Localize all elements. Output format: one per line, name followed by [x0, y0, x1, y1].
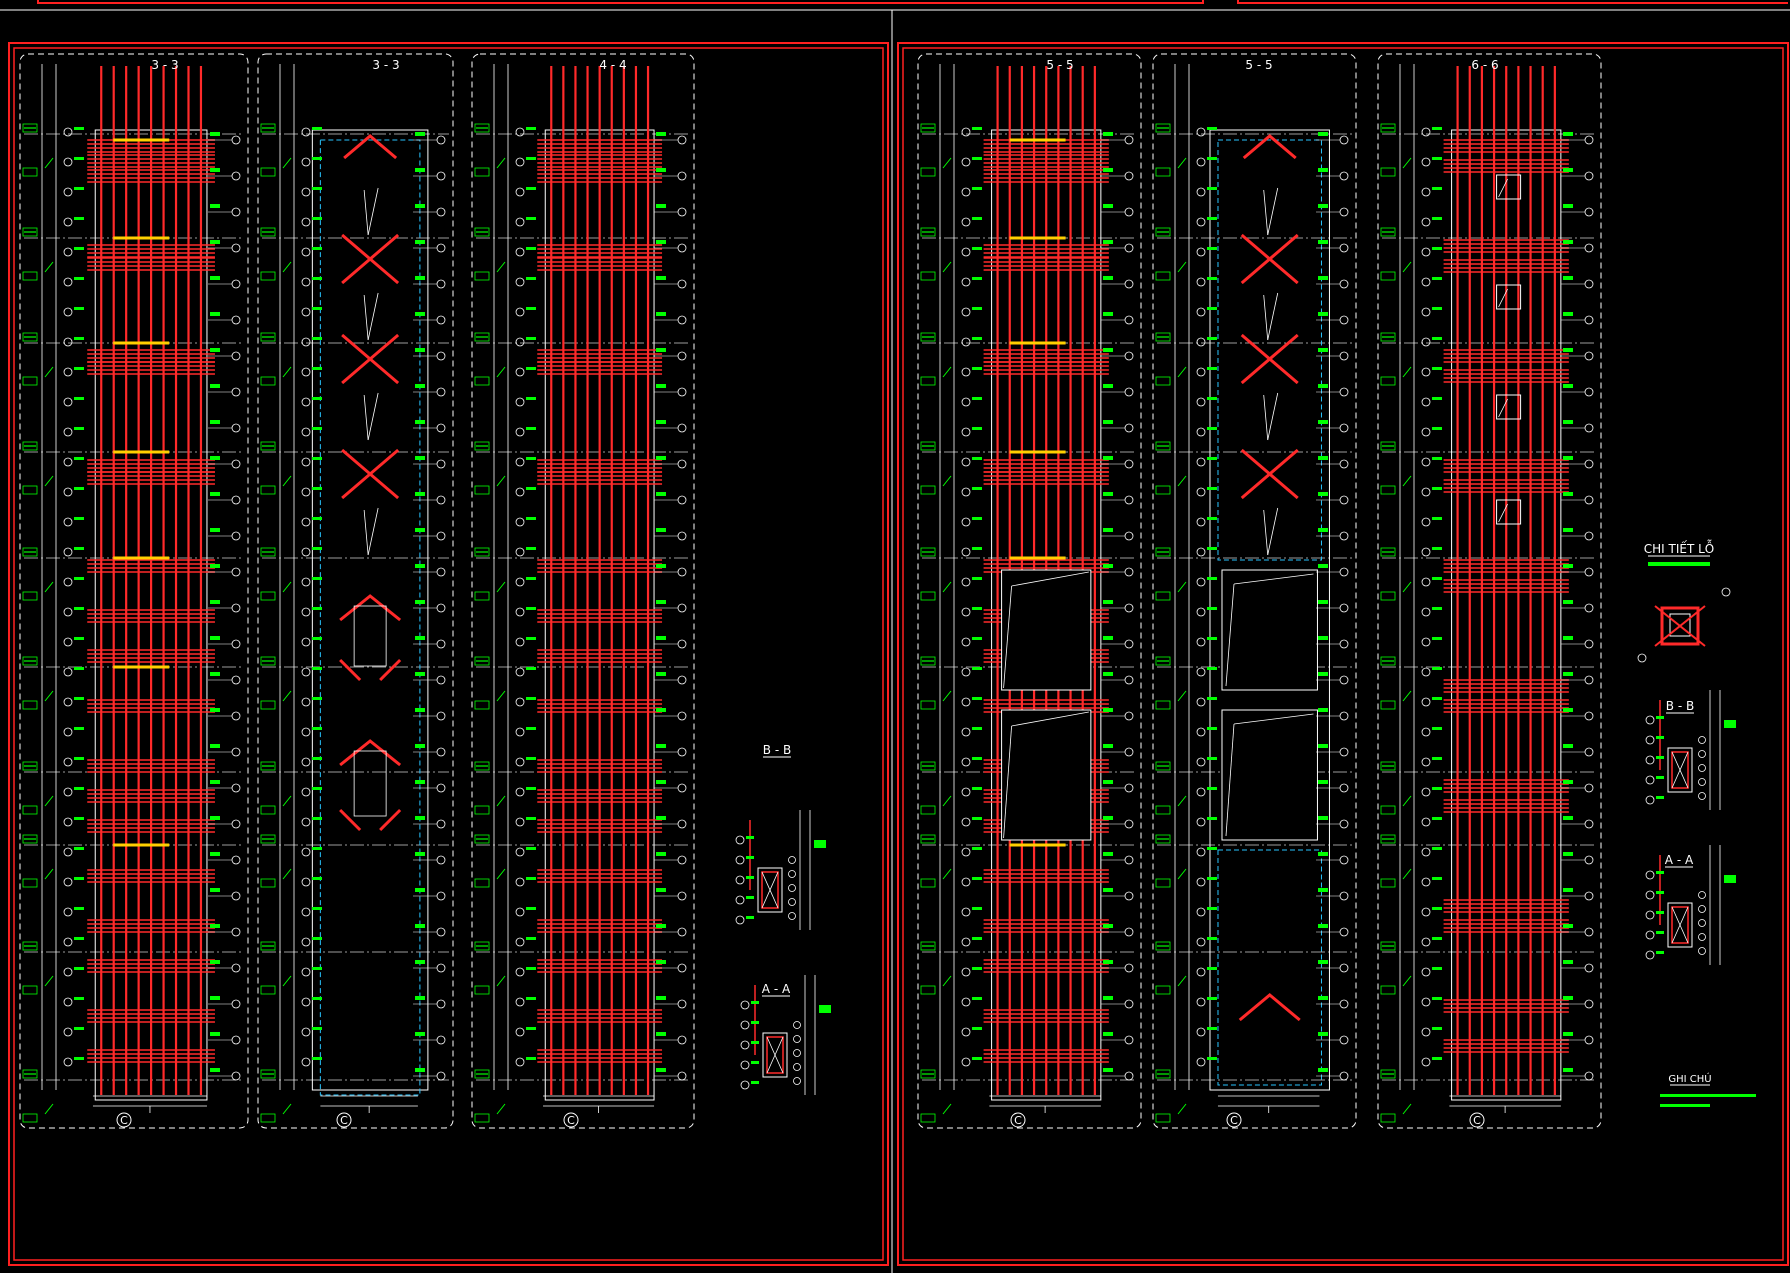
svg-text:C: C — [1014, 1114, 1022, 1127]
detail-chi-tiet-lo — [1637, 562, 1731, 663]
section-panel-5 — [1152, 53, 1357, 1129]
section-title-2: 3 - 3 — [372, 58, 399, 72]
grid-bubble-1: C — [116, 1112, 132, 1128]
svg-text:C: C — [340, 1114, 348, 1127]
detail-title-ghi-chu: GHI CHÚ — [1668, 1072, 1711, 1085]
section-title-6: 6 - 6 — [1471, 58, 1498, 72]
detail-title-bb-right: B - B — [1666, 699, 1694, 713]
grid-bubble-6: C — [1469, 1112, 1485, 1128]
grid-bubble-3: C — [563, 1112, 579, 1128]
section-title-5: 5 - 5 — [1245, 58, 1272, 72]
section-panel-1 — [19, 53, 249, 1129]
section-panel-4 — [917, 53, 1142, 1129]
grid-bubble-4: C — [1010, 1112, 1026, 1128]
detail-title-aa-left: A - A — [762, 982, 791, 996]
grid-bubble-2: C — [336, 1112, 352, 1128]
grid-bubble-5: C — [1226, 1112, 1242, 1128]
detail-title-chi-tiet-lo: CHI TIẾT LỖ — [1644, 539, 1714, 556]
section-title-3: 4 - 4 — [599, 58, 626, 72]
section-panel-2 — [257, 53, 454, 1129]
detail-bb-left — [735, 810, 826, 930]
svg-text:C: C — [120, 1114, 128, 1127]
svg-text:C: C — [1473, 1114, 1481, 1127]
detail-title-bb-left: B - B — [763, 743, 791, 757]
cad-drawing-canvas: 3 - 3 3 - 3 4 - 4 5 - 5 5 - 5 6 - 6 C C … — [0, 0, 1790, 1273]
top-sheet-strip — [0, 0, 1790, 1273]
section-title-1: 3 - 3 — [151, 58, 178, 72]
svg-text:C: C — [567, 1114, 575, 1127]
section-panel-3 — [471, 53, 695, 1129]
detail-title-aa-right: A - A — [1665, 853, 1694, 867]
svg-text:C: C — [1230, 1114, 1238, 1127]
section-title-4: 5 - 5 — [1046, 58, 1073, 72]
ghi-chu-notes — [1660, 1094, 1756, 1107]
section-panel-6 — [1377, 53, 1602, 1129]
